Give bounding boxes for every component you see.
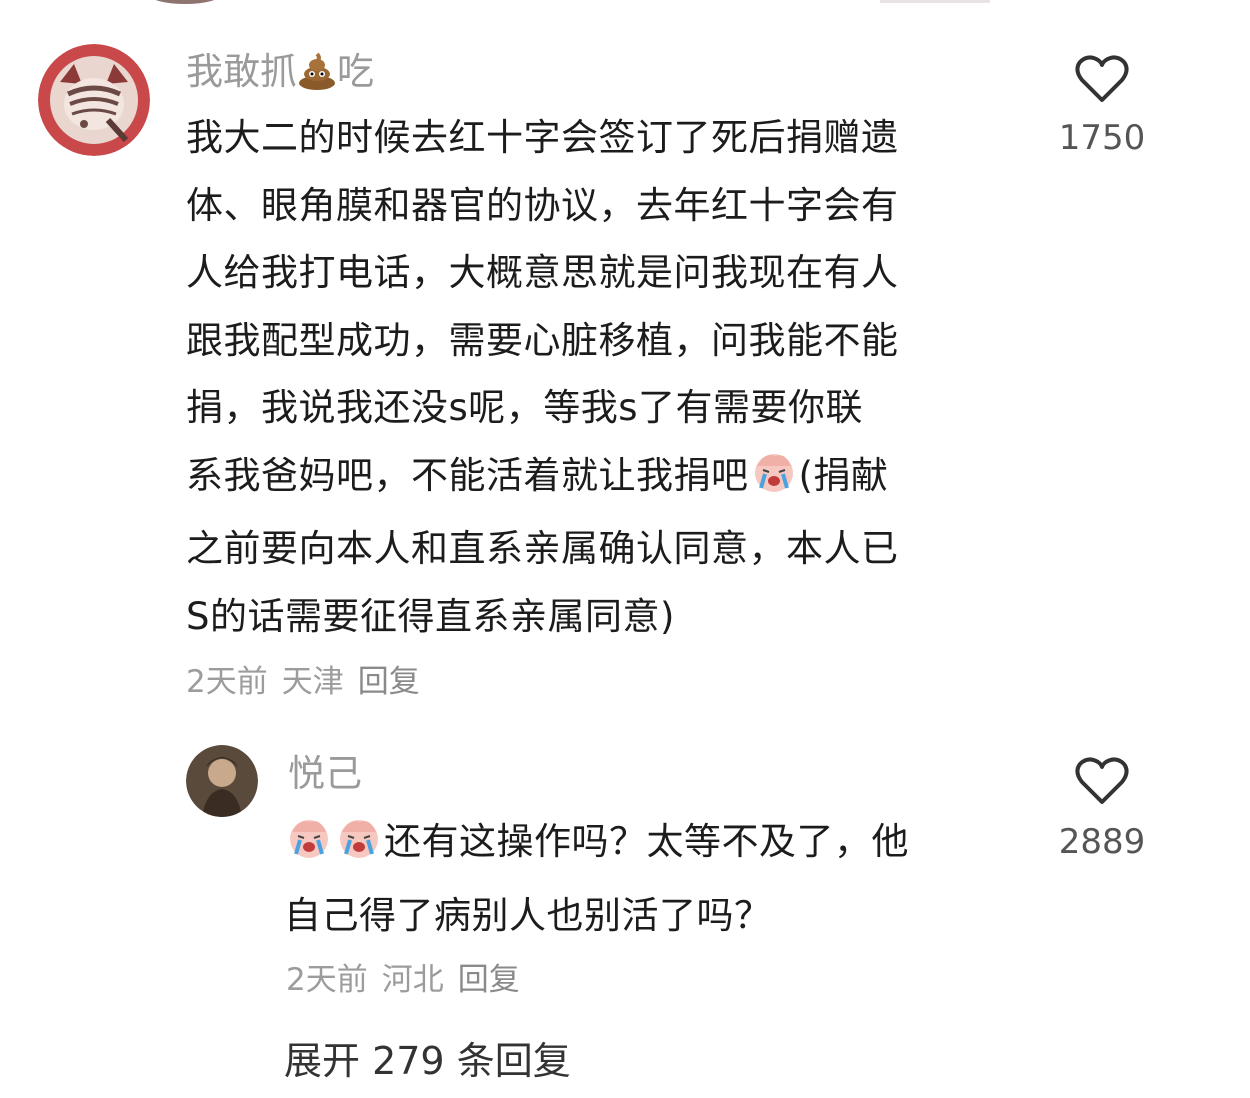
expand-replies-button[interactable]: 展开 279 条回复	[284, 1038, 571, 1084]
username[interactable]: 悦己	[288, 752, 362, 796]
reply-button[interactable]: 回复	[458, 962, 520, 998]
heart-outline-icon[interactable]	[1074, 754, 1130, 806]
comment-meta: 2天前 河北 回复	[286, 960, 534, 1000]
previous-avatar-edge	[150, 0, 220, 4]
comment-line-text: (捐献	[798, 453, 889, 497]
crying-emoji-icon	[749, 448, 799, 516]
comment-line: 人给我打电话，大概意思就是问我现在有人	[186, 251, 899, 294]
comment-body[interactable]: 还有这操作吗？太等不及了，他 自己得了病别人也别活了吗？	[284, 808, 1024, 949]
crying-emoji-icon	[334, 814, 384, 882]
comment-location: 天津	[281, 664, 344, 700]
comment-location: 河北	[381, 962, 444, 998]
comment-body[interactable]: 我大二的时候去红十字会签订了死后捐赠遗 体、眼角膜和器官的协议，去年红十字会有 …	[186, 104, 1026, 650]
comment-meta: 2天前 天津 回复	[186, 662, 434, 702]
poop-icon	[297, 52, 337, 100]
comment-line: 我大二的时候去红十字会签订了死后捐赠遗	[186, 116, 899, 159]
crying-emoji-icon	[284, 814, 334, 882]
avatar[interactable]	[38, 44, 150, 156]
username[interactable]: 我敢抓吃	[186, 50, 374, 100]
comment-line: 自己得了病别人也别活了吗？	[284, 893, 772, 937]
like-count: 2889	[1058, 822, 1146, 862]
reply-button[interactable]: 回复	[358, 664, 420, 700]
comment-line: 之前要向本人和直系亲属确认同意，本人已	[186, 527, 899, 570]
comment-line: 捐，我说我还没s呢，等我s了有需要你联	[186, 386, 864, 429]
comment-time: 2天前	[186, 664, 268, 700]
like-count: 1750	[1058, 118, 1146, 158]
heart-outline-icon[interactable]	[1074, 52, 1130, 104]
comment-line-with-emoji: 系我爸妈吧，不能活着就让我捐吧 (捐献	[186, 442, 1026, 516]
username-suffix: 吃	[337, 50, 374, 93]
previous-content-edge	[880, 0, 990, 3]
comment-time: 2天前	[286, 962, 368, 998]
comment-line: S的话需要征得直系亲属同意)	[186, 594, 675, 638]
comment-line-text: 系我爸妈吧，不能活着就让我捐吧	[186, 453, 749, 497]
comment-line-text: 还有这操作吗？太等不及了，他	[384, 820, 909, 863]
comment-line-with-emoji: 还有这操作吗？太等不及了，他	[284, 808, 1024, 882]
comment-line: 跟我配型成功，需要心脏移植，问我能不能	[186, 318, 899, 362]
avatar[interactable]	[186, 745, 258, 817]
username-text: 我敢抓	[186, 50, 297, 93]
comment-line: 体、眼角膜和器官的协议，去年红十字会有	[186, 183, 899, 227]
